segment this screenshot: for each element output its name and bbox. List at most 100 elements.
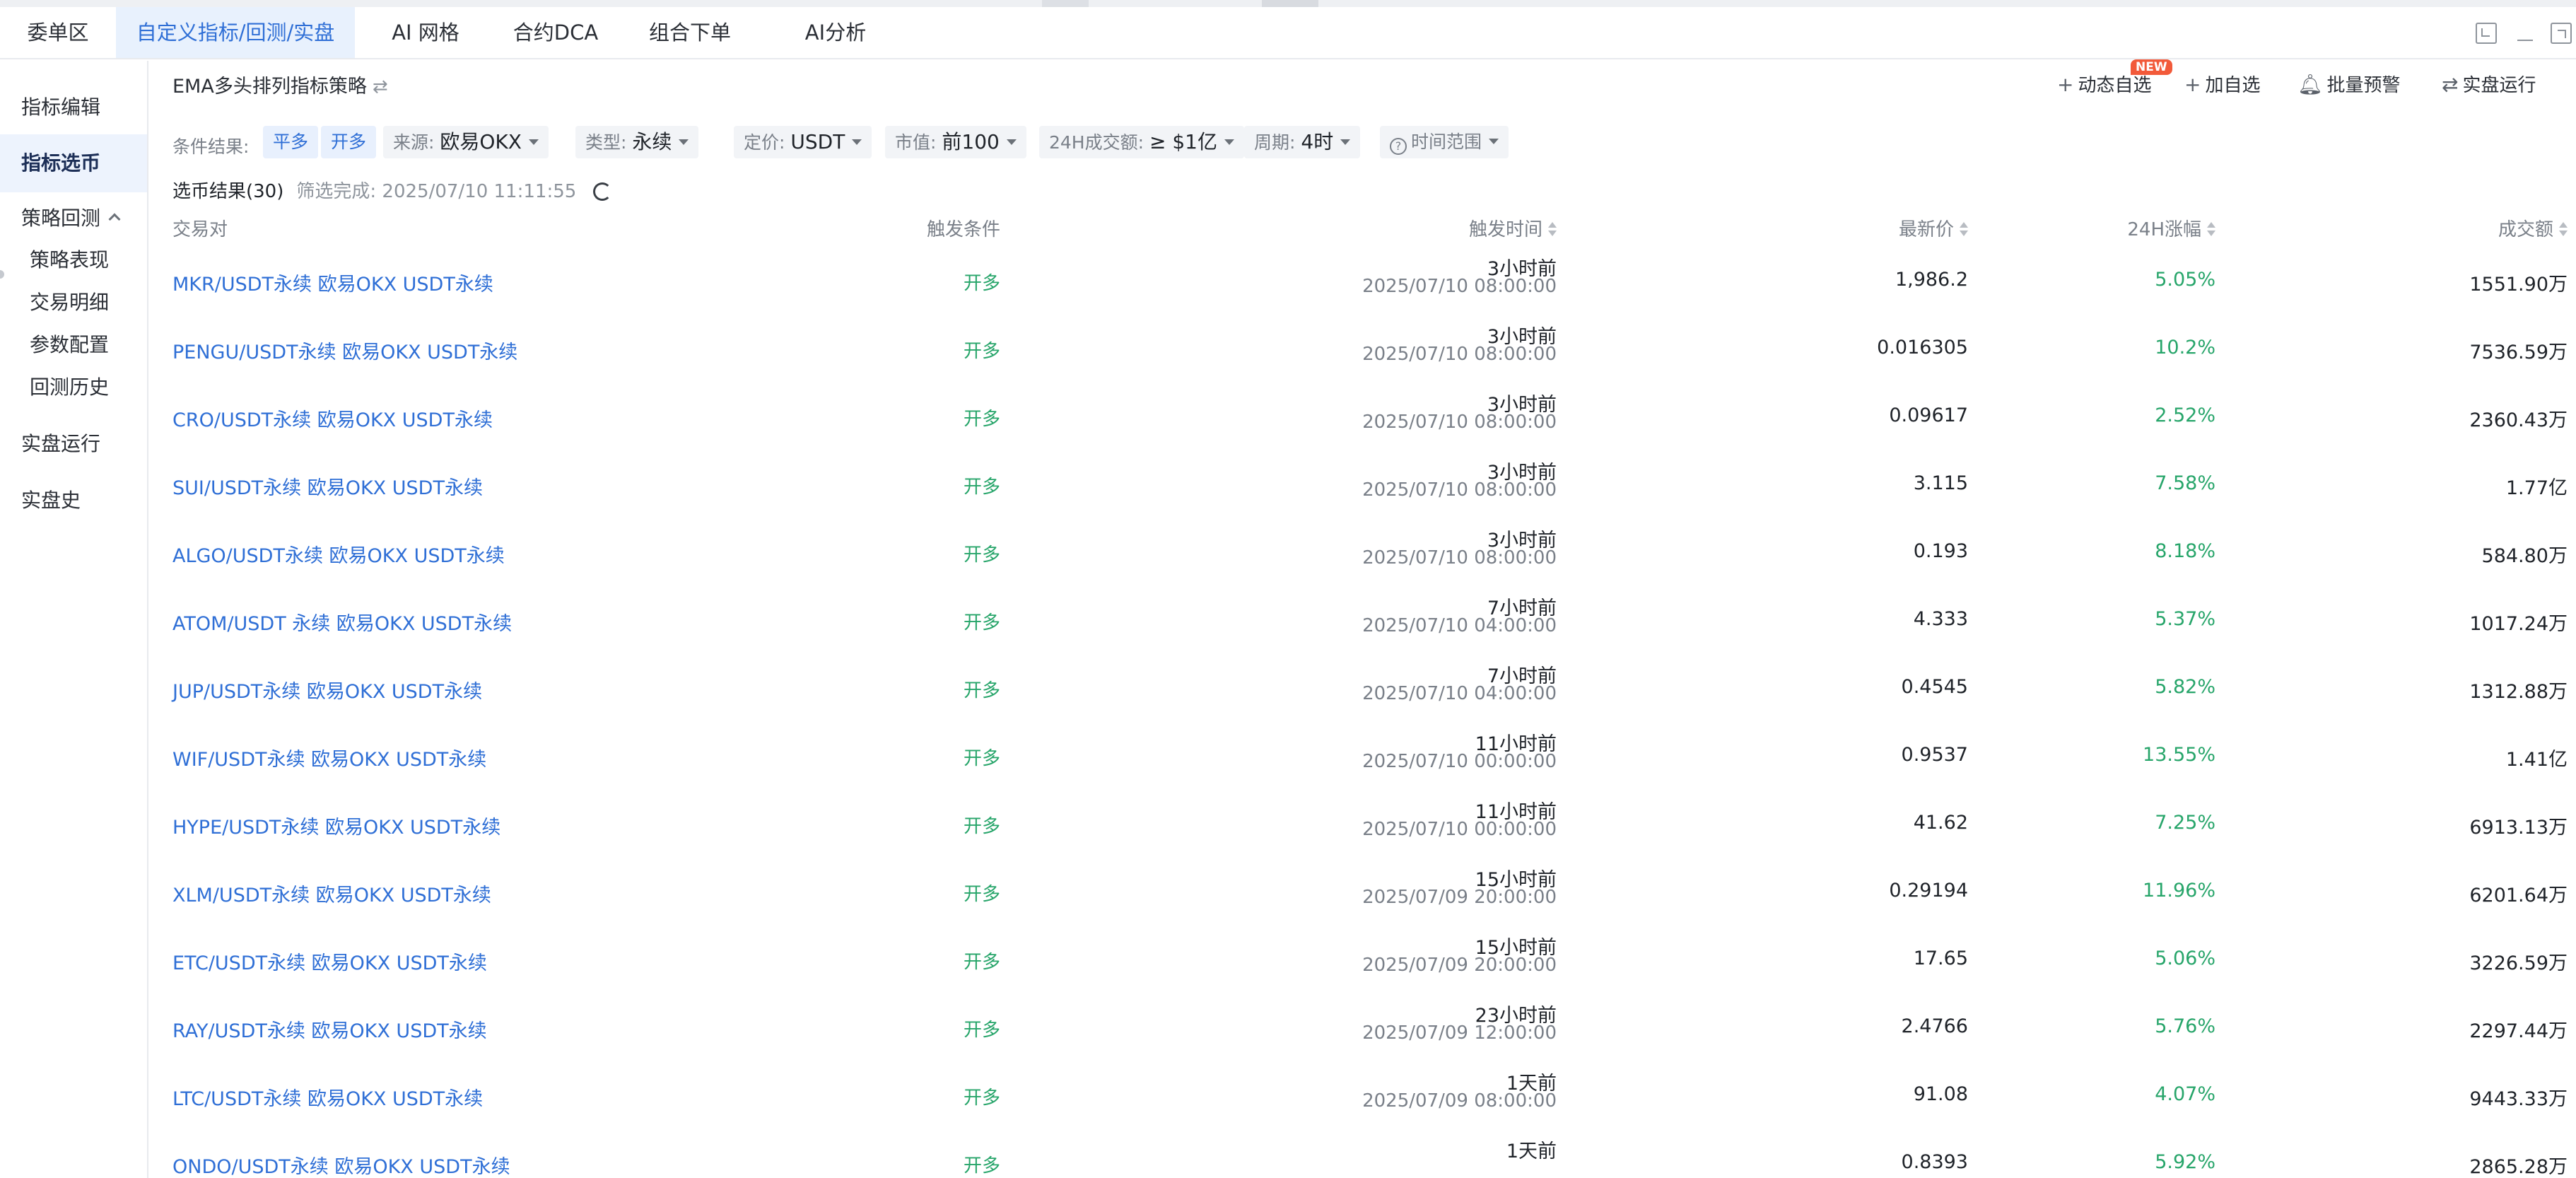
sidebar-item-indicator-select[interactable]: 指标选币 <box>0 134 147 192</box>
type-select[interactable]: 类型: 永续 <box>575 126 699 158</box>
filter-chip-close-long[interactable]: 平多 <box>263 126 319 158</box>
quote-select[interactable]: 定价: USDT <box>734 126 872 158</box>
trigger-condition: 开多 <box>963 612 1000 634</box>
condition-result-label: 条件结果: <box>172 136 250 157</box>
latest-price: 0.8393 <box>1901 1151 1968 1173</box>
pair-link[interactable]: HYPE/USDT永续 欧易OKX USDT永续 <box>172 812 500 839</box>
col-price-label: 最新价 <box>1898 219 1954 240</box>
tab-order-area[interactable]: 委单区 <box>0 7 116 58</box>
col-volume-label: 成交额 <box>2498 219 2553 240</box>
trigger-time: 2025/07/10 00:00:00 <box>1362 751 1557 772</box>
filter-bar: 条件结果: 平多 开多 来源: 欧易OKX 类型: 永续 定价: USDT 市值… <box>172 126 2576 160</box>
trigger-time: 2025/07/10 08:00:00 <box>1362 479 1557 501</box>
volume-24h: 1.77亿 <box>2505 477 2568 499</box>
col-price[interactable]: 最新价 <box>1899 215 1968 241</box>
trigger-time: 2025/07/10 04:00:00 <box>1362 683 1557 704</box>
sidebar-item-live-run[interactable]: 实盘运行 <box>0 416 147 472</box>
sidebar-subitem-history[interactable]: 回测历史 <box>0 366 147 409</box>
dynamic-watch-button[interactable]: + 动态自选 NEW <box>2057 59 2172 97</box>
trigger-condition: 开多 <box>963 273 1000 294</box>
change-24h: 4.07% <box>2155 1083 2215 1105</box>
maximize-window-icon[interactable] <box>2551 23 2572 44</box>
trigger-time: 2025/07/10 08:00:00 <box>1362 276 1557 297</box>
pair-link[interactable]: JUP/USDT永续 欧易OKX USDT永续 <box>172 676 482 704</box>
table-row[interactable]: RAY/USDT永续 欧易OKX USDT永续 开多 23小时前 2025/07/09… <box>150 993 2576 1061</box>
col-trigger-time[interactable]: 触发时间 <box>1469 215 1557 241</box>
sidebar-subitem-trade-detail[interactable]: 交易明细 <box>0 281 147 324</box>
time-range-select[interactable]: ? 时间范围 <box>1380 126 1509 158</box>
collapse-handle[interactable] <box>1262 0 1318 7</box>
add-watch-button[interactable]: + 加自选 <box>2184 71 2260 97</box>
latest-price: 0.016305 <box>1877 337 1968 358</box>
source-select[interactable]: 来源: 欧易OKX <box>383 126 549 158</box>
pair-link[interactable]: ETC/USDT永续 欧易OKX USDT永续 <box>172 947 487 975</box>
tab-ai-analysis[interactable]: AI分析 <box>778 7 894 58</box>
filter-chip-open-long[interactable]: 开多 <box>321 126 377 158</box>
restore-window-icon[interactable] <box>2476 23 2497 44</box>
table-row[interactable]: HYPE/USDT永续 欧易OKX USDT永续 开多 11小时前 2025/07/1… <box>150 789 2576 857</box>
table-header: 交易对 触发条件 触发时间 最新价 24H涨幅 成交额 <box>150 211 2576 242</box>
live-run-button[interactable]: ⇄ 实盘运行 <box>2442 71 2536 97</box>
switch-icon[interactable]: ⇄ <box>373 76 391 98</box>
volume-key: 24H成交额: <box>1049 132 1144 153</box>
batch-alert-button[interactable]: 🔔︎ 批量预警 <box>2297 71 2401 97</box>
strategy-title[interactable]: EMA多头排列指标策略 ⇄ <box>172 71 391 98</box>
sort-icon <box>2207 222 2215 238</box>
trigger-ago: 1天前 <box>1506 1141 1557 1162</box>
pair-link[interactable]: SUI/USDT永续 欧易OKX USDT永续 <box>172 472 483 500</box>
trigger-condition: 开多 <box>963 1020 1000 1041</box>
sidebar-item-live-history[interactable]: 实盘史 <box>0 472 147 529</box>
table-row[interactable]: XLM/USDT永续 欧易OKX USDT永续 开多 15小时前 2025/07/09… <box>150 857 2576 925</box>
minimize-window-icon[interactable] <box>2514 23 2536 44</box>
latest-price: 0.9537 <box>1901 744 1968 766</box>
latest-price: 0.29194 <box>1889 880 1968 902</box>
tab-combo-order[interactable]: 组合下单 <box>632 7 748 58</box>
volume-select[interactable]: 24H成交额: ≥ $1亿 <box>1039 126 1244 158</box>
table-row[interactable]: ATOM/USDT 永续 欧易OKX USDT永续 开多 7小时前 2025/07/1… <box>150 585 2576 653</box>
table-row[interactable]: PENGU/USDT永续 欧易OKX USDT永续 开多 3小时前 2025/07/1… <box>150 314 2576 382</box>
clock-icon: ? <box>1390 138 1407 155</box>
table-row[interactable]: SUI/USDT永续 欧易OKX USDT永续 开多 3小时前 2025/07/10 … <box>150 450 2576 518</box>
latest-price: 2.4766 <box>1901 1015 1968 1037</box>
latest-price: 41.62 <box>1913 812 1968 834</box>
trigger-condition: 开多 <box>963 1087 1000 1109</box>
sidebar-item-backtest[interactable]: 策略回测 <box>0 199 147 238</box>
col-change[interactable]: 24H涨幅 <box>2127 215 2215 241</box>
main-content: EMA多头排列指标策略 ⇄ + 动态自选 NEW + 加自选 🔔︎ 批量预警 ⇄ 实盘运行… <box>150 59 2576 1178</box>
pair-link[interactable]: ALGO/USDT永续 欧易OKX USDT永续 <box>172 540 505 568</box>
caret-down-icon <box>528 139 539 145</box>
pair-link[interactable]: XLM/USDT永续 欧易OKX USDT永续 <box>172 880 491 907</box>
table-row[interactable]: JUP/USDT永续 欧易OKX USDT永续 开多 7小时前 2025/07/10 … <box>150 653 2576 721</box>
col-volume[interactable]: 成交额 <box>2498 215 2568 241</box>
mcap-select[interactable]: 市值: 前100 <box>885 126 1026 158</box>
pair-link[interactable]: PENGU/USDT永续 欧易OKX USDT永续 <box>172 337 517 364</box>
caret-down-icon <box>1489 139 1499 144</box>
mcap-key: 市值: <box>895 132 937 153</box>
volume-24h: 2865.28万 <box>2469 1156 2568 1178</box>
table-row[interactable]: CRO/USDT永续 欧易OKX USDT永续 开多 3小时前 2025/07/10 … <box>150 382 2576 450</box>
pair-link[interactable]: WIF/USDT永续 欧易OKX USDT永续 <box>172 744 486 771</box>
tab-ai-grid[interactable]: AI 网格 <box>368 7 484 58</box>
period-select[interactable]: 周期: 4时 <box>1244 126 1361 158</box>
pair-link[interactable]: ATOM/USDT 永续 欧易OKX USDT永续 <box>172 608 512 636</box>
pair-link[interactable]: LTC/USDT永续 欧易OKX USDT永续 <box>172 1083 483 1111</box>
table-row[interactable]: ALGO/USDT永续 欧易OKX USDT永续 开多 3小时前 2025/07/10… <box>150 518 2576 585</box>
sidebar-item-indicator-edit[interactable]: 指标编辑 <box>0 85 147 130</box>
sidebar-subitem-params[interactable]: 参数配置 <box>0 324 147 366</box>
pair-link[interactable]: RAY/USDT永续 欧易OKX USDT永续 <box>172 1015 487 1043</box>
pair-link[interactable]: CRO/USDT永续 欧易OKX USDT永续 <box>172 404 493 432</box>
table-row[interactable]: WIF/USDT永续 欧易OKX USDT永续 开多 11小时前 2025/07/10… <box>150 721 2576 789</box>
tab-custom-indicator[interactable]: 自定义指标/回测/实盘 <box>116 7 355 58</box>
pair-link[interactable]: MKR/USDT永续 欧易OKX USDT永续 <box>172 269 493 296</box>
caret-down-icon <box>679 139 689 145</box>
table-row[interactable]: MKR/USDT永续 欧易OKX USDT永续 开多 3小时前 2025/07/10 … <box>150 246 2576 314</box>
trigger-time: 2025/07/10 00:00:00 <box>1362 819 1557 840</box>
refresh-icon[interactable] <box>593 182 612 201</box>
table-row[interactable]: ONDO/USDT永续 欧易OKX USDT永续 开多 1天前 0.8393 5.92%… <box>150 1129 2576 1178</box>
sidebar-subitem-performance[interactable]: 策略表现 <box>0 239 147 281</box>
change-24h: 5.06% <box>2155 947 2215 969</box>
table-row[interactable]: LTC/USDT永续 欧易OKX USDT永续 开多 1天前 2025/07/09 0… <box>150 1061 2576 1129</box>
tab-contract-dca[interactable]: 合约DCA <box>498 7 614 58</box>
table-row[interactable]: ETC/USDT永续 欧易OKX USDT永续 开多 15小时前 2025/07/09… <box>150 925 2576 993</box>
pair-link[interactable]: ONDO/USDT永续 欧易OKX USDT永续 <box>172 1151 510 1178</box>
